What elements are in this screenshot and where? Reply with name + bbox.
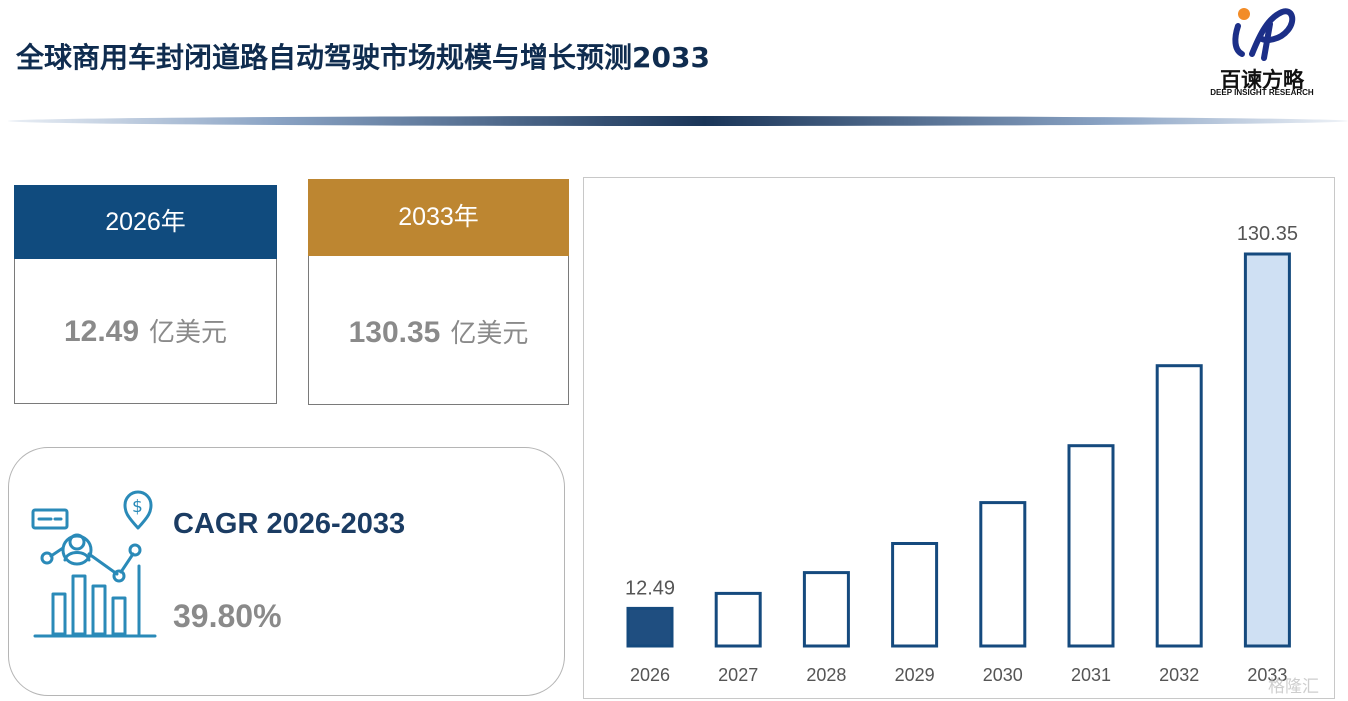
logo-mark-icon [1232, 8, 1296, 61]
stat-card-value: 130.35 亿美元 [309, 313, 568, 350]
bar-2031 [1067, 444, 1115, 648]
data-label: 12.49 [625, 577, 675, 599]
bar-2030 [979, 501, 1027, 648]
x-tick-label: 2027 [718, 665, 758, 685]
stat-card-year: 2033年 [308, 179, 569, 256]
stat-card-unit: 亿美元 [149, 318, 228, 348]
bar-2028 [802, 571, 850, 648]
x-tick-label: 2030 [983, 665, 1023, 685]
growth-chart-icon: $ [31, 490, 157, 638]
bar-2032 [1155, 364, 1203, 648]
x-tick-label: 2032 [1159, 665, 1199, 685]
x-tick-label: 2029 [895, 665, 935, 685]
page-title: 全球商用车封闭道路自动驾驶市场规模与增长预测2033 [16, 41, 710, 74]
logo-text-en: DEEP INSIGHT RESEARCH [1210, 88, 1314, 97]
cagr-label: CAGR 2026-2033 [173, 508, 406, 540]
stat-card-2026: 2026年 12.49 亿美元 [14, 185, 277, 404]
bar-2029 [891, 542, 939, 648]
stat-card-unit: 亿美元 [450, 319, 529, 349]
svg-text:$: $ [132, 497, 143, 517]
header-divider [8, 116, 1348, 126]
x-tick-label: 2028 [806, 665, 846, 685]
chart-panel: 2026 12.49 2027 2028 2029 2030 2031 2032 2033 130… [583, 177, 1335, 699]
watermark: 格隆汇 [1268, 677, 1319, 696]
x-tick-label: 2031 [1071, 665, 1111, 685]
logo: 百谏方略 DEEP INSIGHT RESEARCH [1210, 4, 1314, 98]
data-label: 130.35 [1237, 223, 1298, 245]
stat-card-number: 130.35 [348, 316, 441, 349]
bar-2027 [714, 591, 762, 648]
cagr-value: 39.80% [173, 598, 282, 634]
stat-card-number: 12.49 [63, 315, 140, 348]
bar-2033 [1243, 252, 1291, 648]
x-tick-label: 2026 [630, 665, 670, 685]
stat-card-value: 12.49 亿美元 [15, 312, 276, 349]
bar-2026 [626, 606, 674, 648]
stat-card-year: 2026年 [14, 185, 277, 259]
stat-card-2033: 2033年 130.35 亿美元 [308, 179, 569, 405]
cagr-card: $ CAGR 2026-2033 39.80% [8, 447, 565, 696]
bar-chart: 202612.492027 2028 2029 2030 2031 2032 2033130… [625, 223, 1298, 685]
